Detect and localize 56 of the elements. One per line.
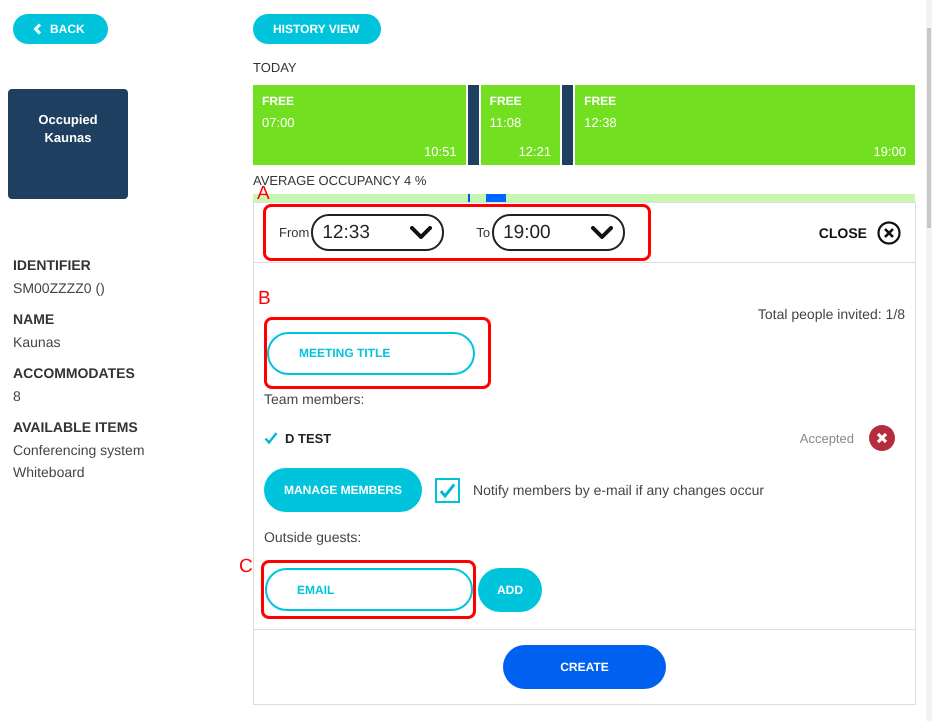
room-tile[interactable]: Occupied Kaunas [8, 89, 128, 199]
history-view-button[interactable]: HISTORY VIEW [253, 14, 381, 44]
chevron-down-icon [591, 226, 614, 240]
slot-label: FREE [584, 94, 618, 108]
detail-value: SM00ZZZZ0 () [13, 279, 106, 298]
timeline-title: TODAY [253, 60, 297, 75]
manage-members-button[interactable]: MANAGE MEMBERS [264, 468, 422, 512]
detail-value: Conferencing system [13, 441, 146, 460]
to-label: To [476, 225, 490, 240]
detail-value: Kaunas [13, 333, 62, 352]
detail-label: ACCOMMODATES [13, 364, 136, 382]
slot-end-time: 12:21 [518, 144, 552, 159]
notify-label: Notify members by e-mail if any changes occur [473, 482, 764, 498]
chevron-down-icon [410, 226, 432, 240]
slot-label: FREE [490, 94, 523, 108]
detail-label: NAME [13, 310, 56, 328]
close-icon [877, 220, 901, 244]
create-button[interactable]: CREATE [503, 645, 666, 689]
slot-start-time: 07:00 [262, 115, 296, 130]
from-time-select[interactable]: 12:33 [311, 214, 444, 251]
remove-icon[interactable] [869, 425, 895, 451]
email-field[interactable]: EMAIL [265, 568, 473, 611]
detail-label: IDENTIFIER [13, 256, 92, 274]
occupied-slot[interactable] [468, 85, 479, 165]
room-status: Occupied [38, 111, 98, 129]
detail-value: Whiteboard [13, 463, 86, 482]
annotation-letter: B [258, 289, 271, 309]
free-slot[interactable]: FREE 11:08 12:21 [480, 85, 560, 165]
occupied-slot[interactable] [562, 85, 574, 165]
member-name: D TEST [285, 430, 332, 446]
close-button[interactable]: CLOSE [818, 220, 901, 244]
slot-start-time: 12:38 [584, 115, 618, 130]
add-button[interactable]: ADD [478, 568, 542, 612]
back-button[interactable]: BACK [13, 14, 108, 44]
annotation-letter: A [257, 185, 270, 202]
checkmark-icon [439, 482, 456, 498]
slot-end-time: 19:00 [873, 144, 906, 159]
notify-checkbox[interactable] [435, 478, 460, 502]
annotation-letter: C [239, 557, 253, 577]
team-members-label: Team members: [264, 391, 366, 407]
from-label: From [279, 225, 310, 240]
detail-label: AVAILABLE ITEMS [13, 418, 139, 436]
free-slot[interactable]: FREE 07:00 10:51 [253, 85, 466, 165]
detail-value: 8 [13, 387, 22, 406]
scrollbar[interactable] [926, 0, 932, 721]
invited-count: Total people invited: 1/8 [758, 306, 905, 322]
room-name: Kaunas [44, 129, 92, 147]
outside-guests-label: Outside guests: [264, 529, 362, 545]
slot-start-time: 11:08 [490, 115, 522, 130]
to-time-select[interactable]: 19:00 [492, 214, 626, 251]
slot-label: FREE [262, 94, 296, 108]
slot-end-time: 10:51 [424, 144, 457, 159]
free-slot[interactable]: FREE 12:38 19:00 [575, 85, 915, 165]
meeting-title-field[interactable]: MEETING TITLE [267, 332, 475, 374]
chevron-left-icon [33, 23, 42, 35]
member-status: Accepted [800, 430, 854, 446]
